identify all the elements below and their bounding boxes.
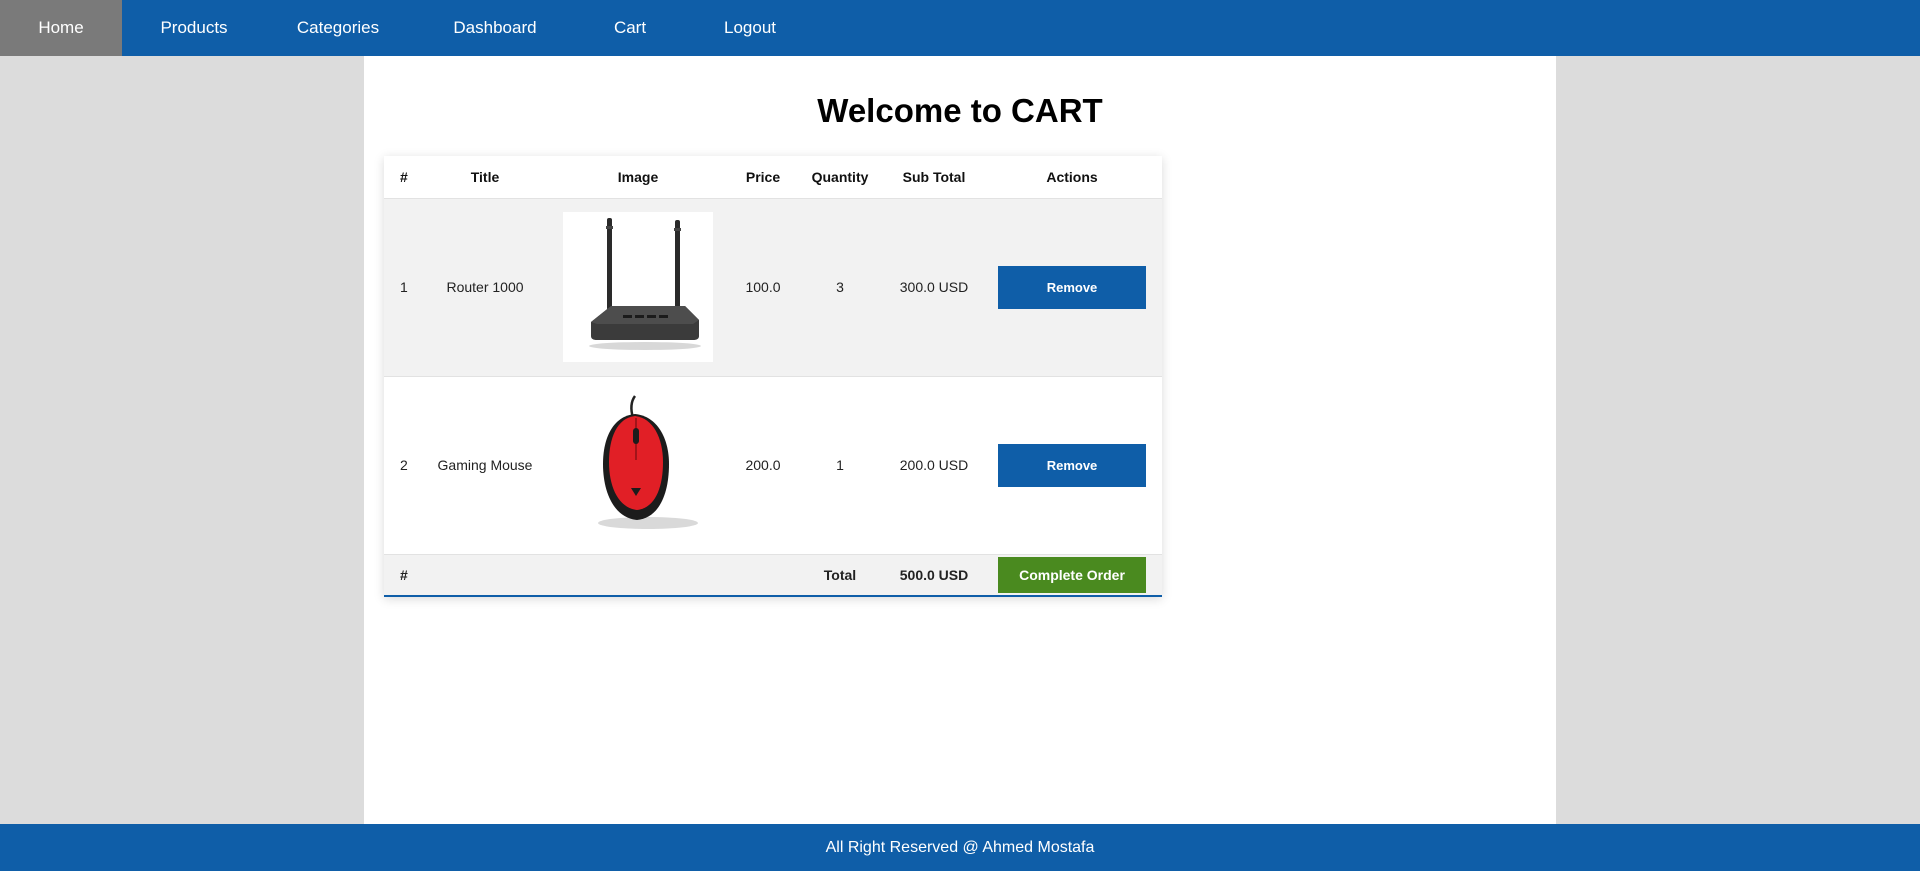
table-row: 1 Router 1000 100.0 3 300.0 USD Remove xyxy=(384,198,1162,377)
gaming-mouse-image xyxy=(563,390,713,540)
total-value: 500.0 USD xyxy=(886,554,982,597)
router-image xyxy=(563,212,713,362)
top-navbar: Home Products Categories Dashboard Cart … xyxy=(0,0,1920,56)
row-index: 1 xyxy=(384,198,426,377)
footer-index: # xyxy=(384,554,426,597)
footer-text: All Right Reserved @ Ahmed Mostafa xyxy=(825,838,1095,856)
header-image: Image xyxy=(544,156,732,199)
row-index: 2 xyxy=(384,376,426,555)
remove-button[interactable]: Remove xyxy=(998,265,1146,309)
row-quantity: 3 xyxy=(794,198,886,377)
table-total-row: # Total 500.0 USD Complete Order xyxy=(384,554,1162,597)
row-quantity: 1 xyxy=(794,376,886,555)
table-row: 2 Gaming Mouse 200.0 1 200.0 USD Remove xyxy=(384,376,1162,555)
nav-categories[interactable]: Categories xyxy=(266,0,410,56)
page-title: Welcome to CART xyxy=(817,92,1103,129)
complete-order-button[interactable]: Complete Order xyxy=(998,556,1146,593)
header-subtotal: Sub Total xyxy=(886,156,982,199)
header-quantity: Quantity xyxy=(794,156,886,199)
nav-dashboard[interactable]: Dashboard xyxy=(410,0,580,56)
remove-button[interactable]: Remove xyxy=(998,443,1146,487)
nav-cart[interactable]: Cart xyxy=(580,0,680,56)
header-title: Title xyxy=(426,156,544,199)
cart-table: # Title Image Price Quantity Sub Total A… xyxy=(384,156,1162,597)
row-price: 200.0 xyxy=(732,376,794,555)
row-title: Gaming Mouse xyxy=(426,376,544,555)
page-footer: All Right Reserved @ Ahmed Mostafa xyxy=(0,824,1920,871)
header-actions: Actions xyxy=(982,156,1162,199)
row-price: 100.0 xyxy=(732,198,794,377)
header-price: Price xyxy=(732,156,794,199)
nav-products[interactable]: Products xyxy=(122,0,266,56)
nav-logout[interactable]: Logout xyxy=(680,0,820,56)
table-header-row: # Title Image Price Quantity Sub Total A… xyxy=(384,156,1162,199)
nav-home[interactable]: Home xyxy=(0,0,122,56)
total-label: Total xyxy=(794,554,886,597)
row-subtotal: 200.0 USD xyxy=(886,376,982,555)
main-panel: Welcome to CART # Title Image Price Quan… xyxy=(364,56,1556,824)
header-index: # xyxy=(384,156,426,199)
row-title: Router 1000 xyxy=(426,198,544,377)
row-subtotal: 300.0 USD xyxy=(886,198,982,377)
